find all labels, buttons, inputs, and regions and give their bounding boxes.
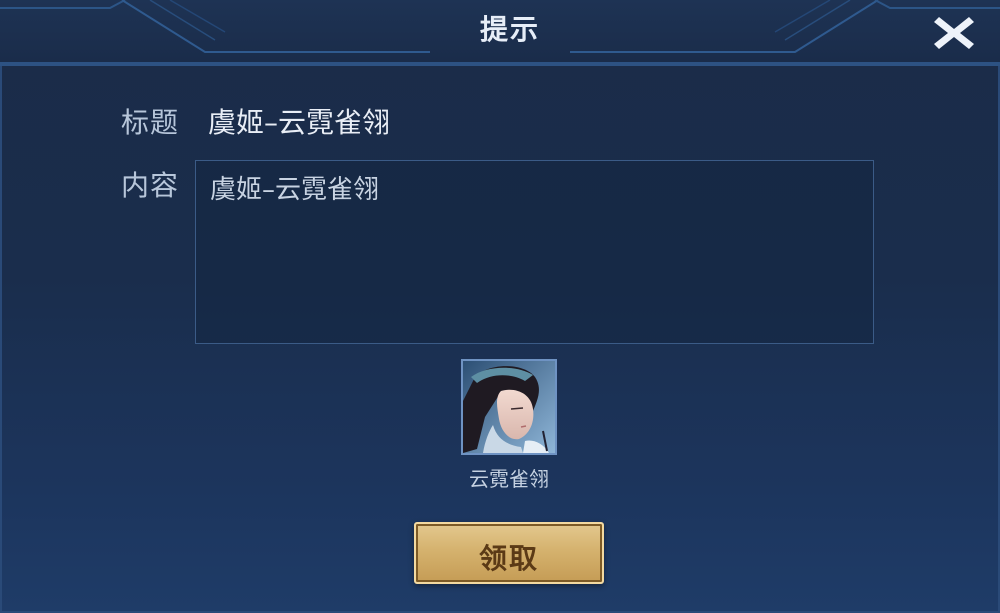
mail-dialog: 提示 标题 虞姬–云霓雀翎 内容 虞姬–云霓雀翎 云霓雀翎 领取 — [0, 0, 1000, 613]
reward-item[interactable] — [461, 359, 557, 455]
title-label: 标题 — [121, 106, 180, 139]
content-label: 内容 — [121, 169, 180, 202]
mail-title: 虞姬–云霓雀翎 — [208, 106, 391, 139]
dialog-title: 提示 — [479, 13, 540, 46]
content-box: 虞姬–云霓雀翎 — [195, 160, 874, 344]
claim-button[interactable]: 领取 — [414, 522, 604, 584]
close-button[interactable] — [930, 12, 978, 54]
mail-content: 虞姬–云霓雀翎 — [210, 175, 380, 205]
claim-button-label: 领取 — [478, 542, 539, 575]
close-icon — [934, 17, 974, 49]
skin-portrait — [463, 361, 555, 453]
reward-name: 云霓雀翎 — [469, 467, 549, 491]
